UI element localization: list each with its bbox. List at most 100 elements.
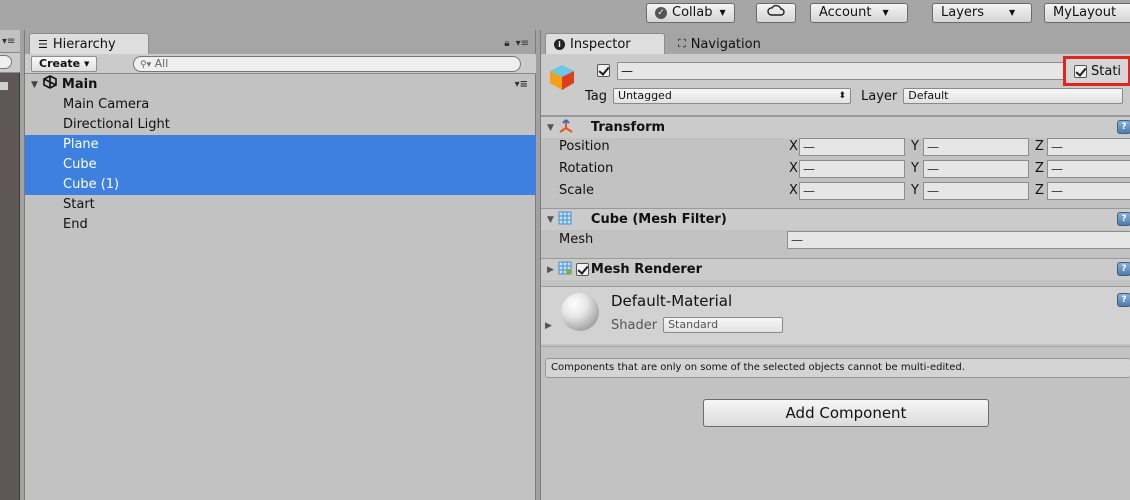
material-name: Default-Material <box>611 292 733 310</box>
rotation-label: Rotation <box>559 161 614 176</box>
axis-y-label: Y <box>911 139 919 154</box>
help-icon[interactable]: ? <box>1117 212 1130 226</box>
tab-inspector[interactable]: i Inspector <box>545 33 665 54</box>
notice-text: Components that are only on some of the … <box>551 362 965 373</box>
list-item[interactable]: Cube (1) <box>25 175 536 195</box>
scale-row: Scale X — Y — Z — <box>541 180 1130 202</box>
field-value: — <box>803 140 815 154</box>
scene-tab-tail: ▾≡ <box>0 30 20 53</box>
static-checkbox[interactable] <box>1074 64 1087 78</box>
search-placeholder: All <box>154 57 169 70</box>
foldout-open-icon[interactable]: ▼ <box>547 215 554 225</box>
list-item-label: Main Camera <box>63 97 150 112</box>
rotation-x-field[interactable]: — <box>799 160 905 178</box>
scale-z-field[interactable]: — <box>1047 182 1130 200</box>
menu-icon[interactable]: ▾≡ <box>516 38 529 49</box>
rotation-z-field[interactable]: — <box>1047 160 1130 178</box>
inspector-panel: i Inspector ⛶ Navigation — Stati Tag Unt… <box>540 30 1130 500</box>
field-value: — <box>1051 184 1063 198</box>
material-preview <box>561 293 599 331</box>
layers-dropdown[interactable]: Layers ▼ <box>932 3 1032 23</box>
collab-button[interactable]: ✓ Collab ▼ <box>646 3 735 23</box>
list-item[interactable]: Main Camera <box>25 95 536 115</box>
foldout-closed-icon[interactable]: ▶ <box>545 321 552 331</box>
chevron-down-icon: ▼ <box>1009 8 1016 17</box>
list-item[interactable]: Plane <box>25 135 536 155</box>
navigation-icon: ⛶ <box>678 37 686 50</box>
position-label: Position <box>559 139 610 154</box>
field-value: — <box>1051 162 1063 176</box>
scale-y-field[interactable]: — <box>923 182 1029 200</box>
scale-label: Scale <box>559 183 594 198</box>
inspector-tab-strip: i Inspector ⛶ Navigation <box>541 30 1130 54</box>
list-item-label: Cube <box>63 157 97 172</box>
foldout-open-icon[interactable]: ▼ <box>547 123 554 133</box>
mesh-label: Mesh <box>559 232 594 247</box>
help-icon[interactable]: ? <box>1117 293 1130 307</box>
list-item[interactable]: End <box>25 215 536 235</box>
lock-icon[interactable]: 🔒︎ <box>504 38 509 49</box>
field-value: — <box>927 162 939 176</box>
axis-y-label: Y <box>911 183 919 198</box>
list-item[interactable]: Start <box>25 195 536 215</box>
position-y-field[interactable]: — <box>923 138 1029 156</box>
rotation-y-field[interactable]: — <box>923 160 1029 178</box>
account-label: Account <box>819 5 872 20</box>
axis-x-label: X <box>789 161 798 176</box>
layer-dropdown[interactable]: Default <box>903 88 1124 104</box>
tab-inspector-label: Inspector <box>570 36 631 52</box>
transform-title: Transform <box>590 120 666 135</box>
cloud-button[interactable] <box>756 3 796 23</box>
hierarchy-search-input[interactable]: ⚲▾ All <box>133 56 521 72</box>
shader-dropdown[interactable]: Standard <box>663 317 784 333</box>
create-label: Create <box>39 57 81 70</box>
account-dropdown[interactable]: Account ▼ <box>810 3 908 23</box>
list-item-label: Plane <box>63 137 99 152</box>
mesh-renderer-icon <box>557 260 573 280</box>
field-value: — <box>803 162 815 176</box>
info-icon: i <box>554 38 565 50</box>
tab-hierarchy[interactable]: ☰ Hierarchy <box>29 33 149 54</box>
scene-view-edge: ▾≡ <box>0 30 20 500</box>
foldout-closed-icon[interactable]: ▶ <box>547 265 554 275</box>
tag-layer-row: Tag Untagged ⬍ Layer Default <box>585 88 1124 104</box>
transform-header[interactable]: ▼ Transform ? <box>541 116 1130 138</box>
field-value: — <box>927 184 939 198</box>
divider <box>541 346 1130 347</box>
active-checkbox[interactable] <box>597 64 610 77</box>
mesh-row: Mesh — <box>541 229 1130 251</box>
object-name-field[interactable]: — <box>617 62 1069 80</box>
tab-navigation[interactable]: ⛶ Navigation <box>669 33 776 54</box>
shader-row: Shader Standard <box>611 317 784 333</box>
help-icon[interactable]: ? <box>1117 120 1130 134</box>
foldout-open-icon[interactable]: ▼ <box>31 75 38 95</box>
mesh-renderer-enabled-checkbox[interactable] <box>575 263 589 276</box>
field-value: — <box>791 233 803 247</box>
create-button[interactable]: Create ▼ <box>31 56 98 72</box>
add-component-button[interactable]: Add Component <box>703 399 989 427</box>
gizmo-icon <box>0 82 8 90</box>
shader-value: Standard <box>668 318 719 331</box>
scene-search-input[interactable] <box>0 55 12 69</box>
menu-icon[interactable]: ▾≡ <box>515 75 528 95</box>
static-checkbox-highlight[interactable]: Stati <box>1063 56 1130 86</box>
scene-row-main[interactable]: ▼ Main ▾≡ <box>25 74 536 95</box>
layout-dropdown[interactable]: MyLayout <box>1044 3 1130 23</box>
position-x-field[interactable]: — <box>799 138 905 156</box>
help-icon[interactable]: ? <box>1117 262 1130 276</box>
field-value: — <box>927 140 939 154</box>
layout-label: MyLayout <box>1053 5 1117 20</box>
list-item-label: End <box>63 217 88 232</box>
tag-dropdown[interactable]: Untagged ⬍ <box>613 88 852 104</box>
menu-icon[interactable]: ▾≡ <box>2 36 15 47</box>
scale-x-field[interactable]: — <box>799 182 905 200</box>
list-item[interactable]: Directional Light <box>25 115 536 135</box>
mesh-field[interactable]: — <box>787 231 1130 249</box>
mesh-renderer-header[interactable]: ▶ Mesh Renderer ? <box>541 258 1130 280</box>
mesh-filter-header[interactable]: ▼ Cube (Mesh Filter) ? <box>541 208 1130 230</box>
tab-navigation-label: Navigation <box>690 36 761 52</box>
static-label: Stati <box>1091 63 1122 79</box>
list-item[interactable]: Cube <box>25 155 536 175</box>
axis-z-label: Z <box>1035 139 1044 154</box>
position-z-field[interactable]: — <box>1047 138 1130 156</box>
